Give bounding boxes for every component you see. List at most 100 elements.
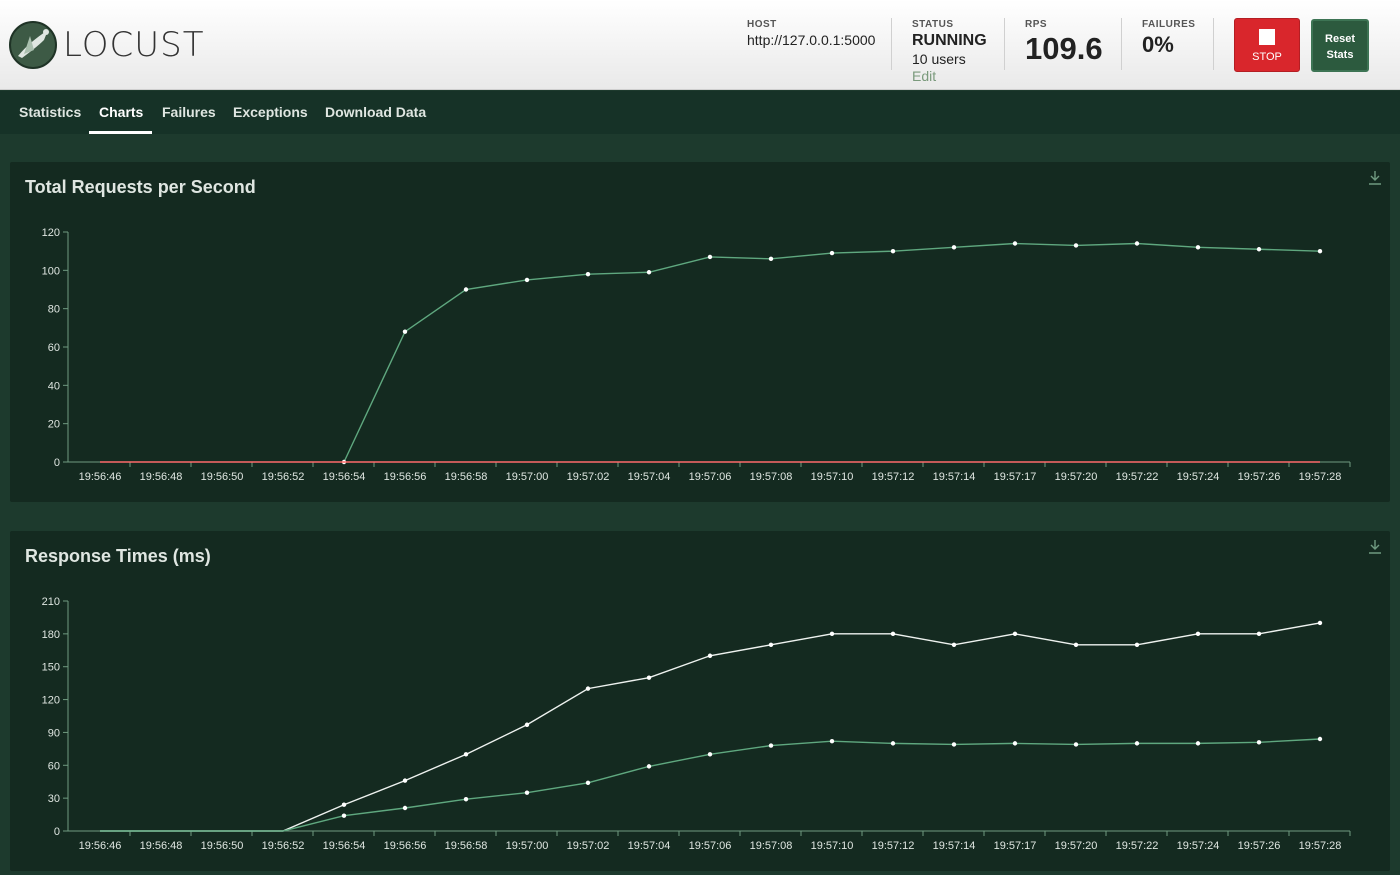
x-tick-label: 19:57:04 <box>628 840 671 852</box>
reset-stats-button[interactable]: Reset Stats <box>1311 19 1369 72</box>
data-point <box>463 287 469 292</box>
y-tick-label: 40 <box>48 380 60 392</box>
host-stat: HOST http://127.0.0.1:5000 <box>747 19 875 50</box>
data-point <box>768 256 774 262</box>
data-point <box>524 277 530 283</box>
tab-statistics[interactable]: Statistics <box>19 91 81 134</box>
data-point <box>829 631 835 637</box>
rps-value: 109.6 <box>1025 31 1103 66</box>
data-point <box>707 752 713 757</box>
divider <box>1121 18 1122 70</box>
data-point <box>585 780 591 786</box>
tab-failures[interactable]: Failures <box>162 91 216 134</box>
data-point <box>890 248 896 254</box>
y-tick-label: 80 <box>48 304 60 316</box>
locust-logo[interactable] <box>8 20 58 70</box>
data-point <box>768 743 774 748</box>
y-tick-label: 60 <box>48 342 60 354</box>
host-label: HOST <box>747 19 777 30</box>
data-point <box>646 764 652 769</box>
y-tick-label: 0 <box>54 826 60 838</box>
x-tick-label: 19:57:14 <box>933 471 976 483</box>
x-tick-label: 19:57:26 <box>1238 840 1281 852</box>
data-point <box>951 742 957 747</box>
y-tick-label: 210 <box>42 596 60 608</box>
divider <box>891 18 892 70</box>
stop-button[interactable]: STOP <box>1234 18 1300 72</box>
x-tick-label: 19:56:50 <box>201 471 244 483</box>
y-tick-label: 20 <box>48 419 60 431</box>
x-tick-label: 19:57:08 <box>750 471 793 483</box>
active-tab-indicator <box>89 131 152 134</box>
data-point <box>1012 241 1018 246</box>
data-point <box>951 642 957 648</box>
rps-chart: 0 20 40 60 80 100 120 19:56:46 19:56:48 19:56:50 1… <box>42 227 1351 483</box>
data-point <box>1317 736 1323 742</box>
data-point <box>1134 741 1140 746</box>
stop-square-icon <box>1259 29 1275 45</box>
y-tick-label: 120 <box>42 695 60 707</box>
data-point <box>768 642 774 648</box>
edit-link[interactable]: Edit <box>912 68 987 84</box>
y-tick-label: 150 <box>42 662 60 674</box>
tab-download-data[interactable]: Download Data <box>325 91 426 134</box>
header: LOCUST HOST http://127.0.0.1:5000 STATUS… <box>0 0 1400 90</box>
stop-label: STOP <box>1252 51 1282 63</box>
data-point <box>646 270 652 275</box>
brand-name: LOCUST <box>63 25 205 65</box>
failures-label: FAILURES <box>1142 19 1196 30</box>
data-point <box>1195 631 1201 637</box>
x-tick-label: 19:56:46 <box>79 840 122 852</box>
data-point <box>585 686 591 691</box>
x-tick-label: 19:57:10 <box>811 840 854 852</box>
data-point <box>402 329 408 334</box>
tab-charts[interactable]: Charts <box>99 91 143 134</box>
x-tick-label: 19:56:48 <box>140 840 183 852</box>
x-tick-label: 19:57:17 <box>994 840 1037 852</box>
data-point <box>1012 741 1018 746</box>
data-point <box>951 245 957 250</box>
data-point <box>1073 642 1079 648</box>
status-label: STATUS <box>912 19 954 30</box>
x-tick-label: 19:56:52 <box>262 840 305 852</box>
x-tick-label: 19:56:58 <box>445 471 488 483</box>
x-tick-label: 19:57:22 <box>1116 471 1159 483</box>
x-tick-label: 19:57:26 <box>1238 471 1281 483</box>
y-tick-label: 60 <box>48 760 60 772</box>
rps-stat: RPS 109.6 <box>1025 19 1103 66</box>
series-line <box>343 242 1321 463</box>
data-point <box>1317 248 1323 254</box>
divider <box>1004 18 1005 70</box>
data-point <box>1134 241 1140 246</box>
data-point <box>1317 620 1323 626</box>
x-tick-label: 19:57:00 <box>506 471 549 483</box>
x-tick-label: 19:57:22 <box>1116 840 1159 852</box>
x-tick-label: 19:57:12 <box>872 840 915 852</box>
tab-exceptions[interactable]: Exceptions <box>233 91 308 134</box>
x-tick-label: 19:57:04 <box>628 471 671 483</box>
failures-stat: FAILURES 0% <box>1142 19 1195 58</box>
x-tick-label: 19:57:02 <box>567 471 610 483</box>
data-point <box>463 752 469 757</box>
x-tick-label: 19:56:52 <box>262 471 305 483</box>
data-point <box>829 250 835 256</box>
data-point <box>829 738 835 744</box>
rps-label: RPS <box>1025 19 1048 30</box>
nav-tabs: Statistics Charts Failures Exceptions Do… <box>0 91 1400 134</box>
divider <box>1213 18 1214 70</box>
data-point <box>1134 642 1140 648</box>
status-stat: STATUS RUNNING 10 users Edit <box>912 19 987 84</box>
data-point <box>585 271 591 277</box>
x-tick-label: 19:57:14 <box>933 840 976 852</box>
x-tick-label: 19:56:58 <box>445 840 488 852</box>
x-tick-label: 19:57:12 <box>872 471 915 483</box>
x-tick-label: 19:57:28 <box>1299 840 1342 852</box>
x-tick-label: 19:57:24 <box>1177 471 1220 483</box>
data-point <box>1256 740 1262 745</box>
data-point <box>707 653 713 658</box>
user-count: 10 users <box>912 51 966 67</box>
data-point <box>1073 742 1079 747</box>
response-times-chart: 0 30 60 90 120 150 180 210 19:56:46 19:56:48 19:56… <box>42 596 1351 852</box>
y-tick-label: 180 <box>42 629 60 641</box>
x-tick-label: 19:57:20 <box>1055 840 1098 852</box>
